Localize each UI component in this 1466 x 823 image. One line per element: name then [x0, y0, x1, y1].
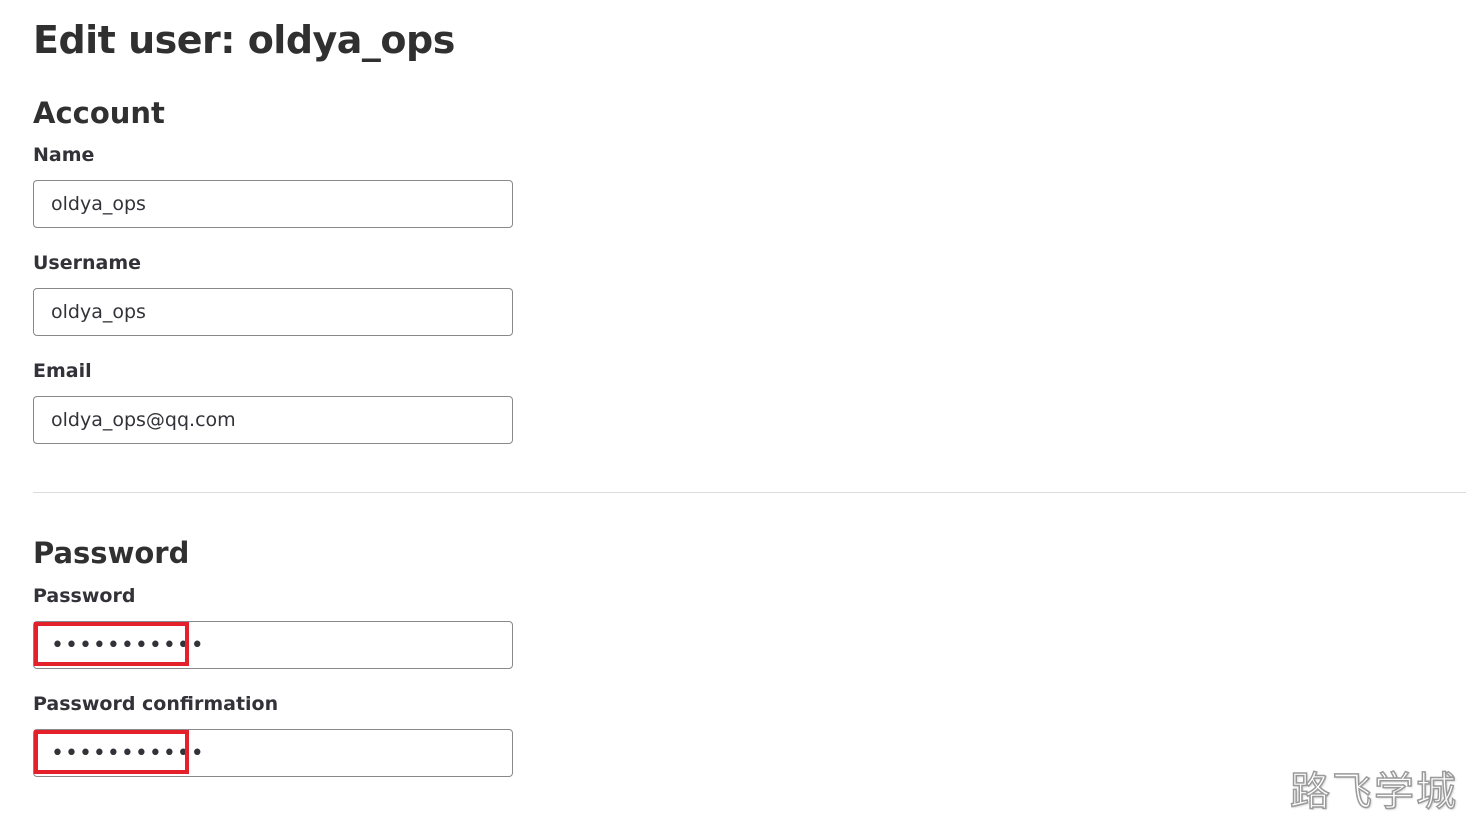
password-section-heading: Password: [33, 536, 190, 570]
email-label: Email: [33, 360, 92, 382]
password-confirmation-field[interactable]: [33, 729, 513, 777]
edit-user-page: Edit user: oldya_ops Account Name Userna…: [0, 0, 1466, 823]
name-field[interactable]: [33, 180, 513, 228]
name-label: Name: [33, 144, 95, 166]
password-field[interactable]: [33, 621, 513, 669]
password-label: Password: [33, 585, 136, 607]
section-divider: [33, 492, 1466, 493]
username-field[interactable]: [33, 288, 513, 336]
username-label: Username: [33, 252, 142, 274]
watermark: 路飞学城: [1289, 768, 1458, 816]
page-title: Edit user: oldya_ops: [33, 18, 455, 62]
password-confirmation-label: Password confirmation: [33, 693, 279, 715]
email-field[interactable]: [33, 396, 513, 444]
account-section-heading: Account: [33, 96, 165, 130]
